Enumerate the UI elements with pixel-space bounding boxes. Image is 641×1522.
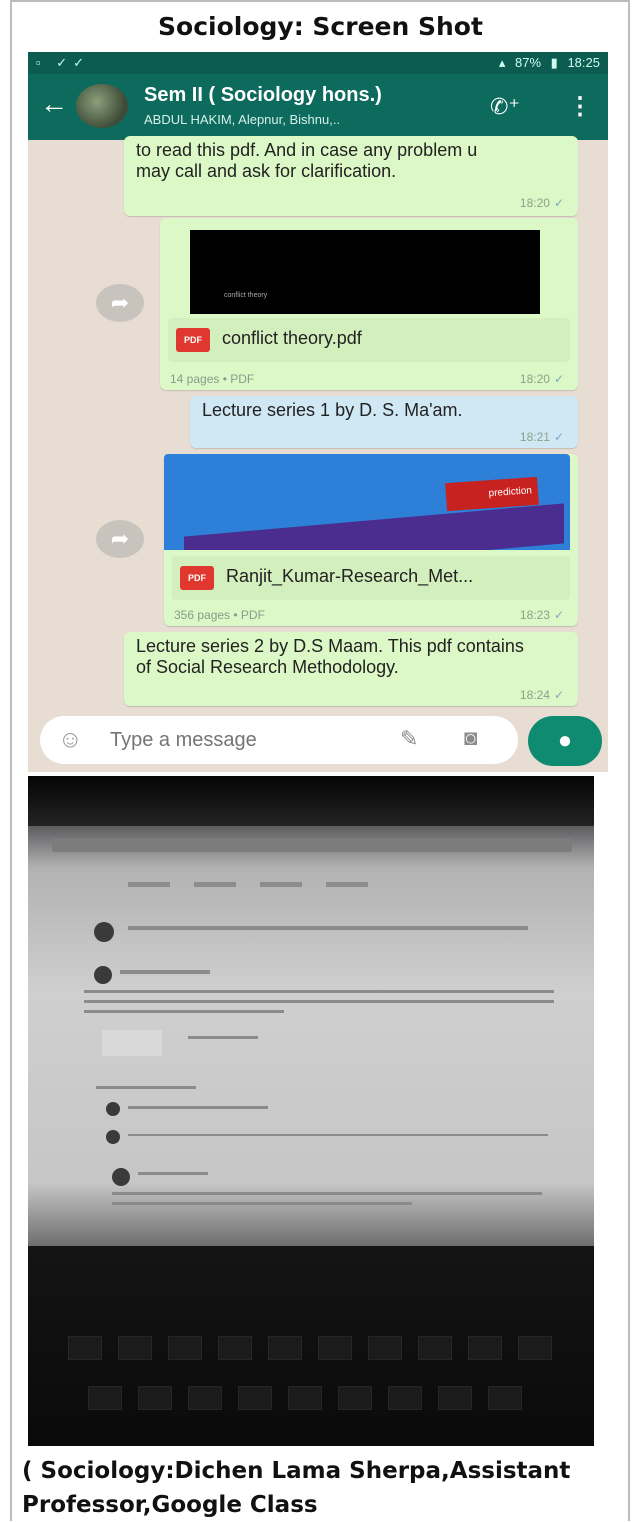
document-name: conflict theory.pdf <box>222 328 362 348</box>
read-ticks-icon: ✓ <box>553 372 564 386</box>
post-line <box>188 1036 258 1039</box>
status-bar: ▫ ✓✓ ▴ 87% ▮ 18:25 <box>28 52 608 74</box>
chat-title[interactable]: Sem II ( Sociology hons.) <box>144 84 382 107</box>
document-meta: 356 pages • PDF <box>174 608 265 622</box>
read-ticks-icon: ✓ <box>553 196 564 210</box>
forward-icon[interactable]: ➦ <box>96 520 144 558</box>
add-call-icon[interactable]: ✆⁺ <box>490 94 520 120</box>
cover-shape <box>184 503 564 550</box>
document-bar[interactable]: PDF Ranjit_Kumar-Research_Met... <box>172 556 570 600</box>
page-title: Sociology: Screen Shot <box>158 12 483 41</box>
post-line <box>84 1000 554 1003</box>
whatsapp-screenshot: ▫ ✓✓ ▴ 87% ▮ 18:25 ← Sem II ( Sociology … <box>28 52 608 772</box>
document-message[interactable]: conflict theory PDF conflict theory.pdf … <box>160 218 578 390</box>
attach-icon[interactable]: ✎ <box>400 726 418 752</box>
message-text: Lecture series 2 by D.S Maam. This pdf c… <box>136 636 524 677</box>
post-line <box>120 970 210 974</box>
classroom-tabs <box>128 874 428 887</box>
document-message[interactable]: prediction PDF Ranjit_Kumar-Research_Met… <box>164 454 578 626</box>
post-line <box>112 1192 542 1195</box>
browser-bar <box>52 838 572 852</box>
message-composer: ☺ ✎ ◙ <box>40 716 518 764</box>
emoji-icon[interactable]: ☺ <box>58 726 83 754</box>
message-input[interactable] <box>108 728 372 753</box>
post-line <box>96 1086 196 1089</box>
avatar <box>106 1130 120 1144</box>
post-line <box>84 990 554 993</box>
message-text: Lecture series 1 by D. S. Ma'am. <box>202 400 463 420</box>
document-bar[interactable]: PDF conflict theory.pdf <box>168 318 570 362</box>
post-line <box>84 1010 284 1013</box>
status-right: ▴ 87% ▮ 18:25 <box>493 55 600 71</box>
battery-level: 87% <box>515 55 542 70</box>
document-name: Ranjit_Kumar-Research_Met... <box>226 566 474 586</box>
pdf-icon: PDF <box>180 566 214 590</box>
forward-icon[interactable]: ➦ <box>96 284 144 322</box>
avatar <box>112 1168 130 1186</box>
back-arrow-icon[interactable]: ← <box>40 88 68 120</box>
group-avatar[interactable] <box>76 84 128 128</box>
more-vert-icon[interactable]: ⋮ <box>568 92 592 121</box>
message-time: 18:20 ✓ <box>519 196 564 210</box>
message-bubble[interactable]: Lecture series 2 by D.S Maam. This pdf c… <box>124 632 578 706</box>
message-time: 18:23 ✓ <box>519 608 564 622</box>
post-line <box>128 1106 268 1109</box>
avatar <box>94 922 114 942</box>
document-thumbnail: prediction <box>164 454 570 550</box>
read-ticks-icon: ✓ <box>553 688 564 702</box>
message-bubble[interactable]: to read this pdf. And in case any proble… <box>124 136 578 216</box>
chat-participants[interactable]: ABDUL HAKIM, Alepnur, Bishnu,.. <box>144 112 340 127</box>
message-time: 18:20 ✓ <box>519 372 564 386</box>
attachment-thumb <box>102 1030 162 1056</box>
camera-icon[interactable]: ◙ <box>464 725 477 751</box>
mic-icon[interactable]: ● <box>528 716 602 766</box>
message-time: 18:24 ✓ <box>519 688 564 702</box>
post-line <box>128 926 528 930</box>
document-thumbnail: conflict theory <box>190 230 540 314</box>
google-classroom-photo <box>28 776 594 1446</box>
chat-header: ← Sem II ( Sociology hons.) ABDUL HAKIM,… <box>28 74 608 140</box>
message-time: 18:21 ✓ <box>519 430 564 444</box>
signal-icon: ▴ <box>498 55 506 70</box>
message-text: to read this pdf. And in case any proble… <box>136 140 478 181</box>
avatar <box>106 1102 120 1116</box>
battery-icon: ▮ <box>550 55 558 70</box>
post-line <box>128 1134 548 1136</box>
caption: ( Sociology:Dichen Lama Sherpa,Assistant… <box>22 1458 571 1518</box>
laptop-keyboard <box>28 1246 594 1446</box>
post-line <box>112 1202 412 1205</box>
document-meta: 14 pages • PDF <box>170 372 255 386</box>
message-bubble[interactable]: Lecture series 1 by D. S. Ma'am. 18:21 ✓ <box>190 396 578 448</box>
pdf-icon: PDF <box>176 328 210 352</box>
post-line <box>138 1172 208 1175</box>
thumbnail-text: conflict theory <box>224 292 268 299</box>
status-notification-icons: ▫ ✓✓ <box>36 55 91 70</box>
avatar <box>94 966 112 984</box>
read-ticks-icon: ✓ <box>553 430 564 444</box>
status-time: 18:25 <box>567 55 600 70</box>
read-ticks-icon: ✓ <box>553 608 564 622</box>
laptop-bezel <box>28 776 594 826</box>
